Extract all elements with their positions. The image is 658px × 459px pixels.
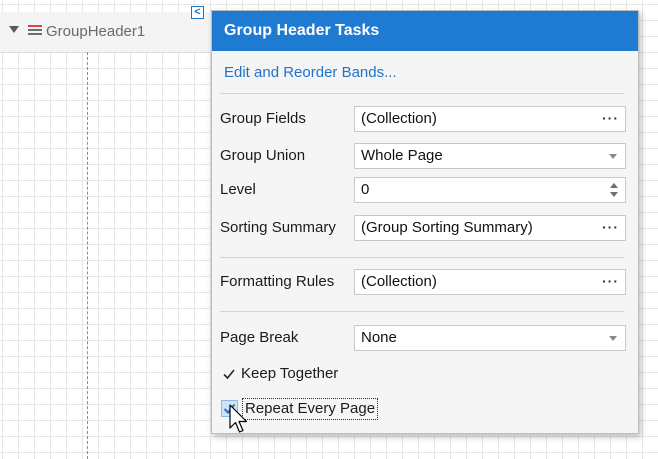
level-label: Level xyxy=(220,181,256,198)
panel-title: Group Header Tasks xyxy=(212,11,638,51)
page-break-dropdown[interactable]: None xyxy=(354,325,626,351)
repeat-every-page-label: Repeat Every Page xyxy=(242,398,379,420)
band-name-label: GroupHeader1 xyxy=(46,23,146,40)
group-fields-row: Group Fields (Collection) ··· xyxy=(220,106,626,132)
page-break-row: Page Break None xyxy=(220,325,626,351)
chevron-down-icon[interactable] xyxy=(609,336,617,341)
page-break-label: Page Break xyxy=(220,329,299,346)
edit-reorder-bands-link[interactable]: Edit and Reorder Bands... xyxy=(224,63,397,83)
group-union-label: Group Union xyxy=(220,147,306,164)
margin-line xyxy=(87,52,88,459)
divider xyxy=(220,93,624,94)
keep-together-label: Keep Together xyxy=(241,365,339,382)
formatting-rules-row: Formatting Rules (Collection) ··· xyxy=(220,269,626,295)
group-fields-field[interactable]: (Collection) ··· xyxy=(354,106,626,132)
spin-up-icon[interactable] xyxy=(610,183,618,188)
sorting-summary-field[interactable]: (Group Sorting Summary) ··· xyxy=(354,215,626,241)
level-spin-editor[interactable]: 0 xyxy=(354,177,626,203)
mouse-pointer-icon xyxy=(229,404,248,433)
sorting-summary-row: Sorting Summary (Group Sorting Summary) … xyxy=(220,215,626,241)
formatting-rules-ellipsis-button[interactable]: ··· xyxy=(602,270,619,292)
formatting-rules-field[interactable]: (Collection) ··· xyxy=(354,269,626,295)
level-row: Level 0 xyxy=(220,177,626,203)
chevron-down-icon[interactable] xyxy=(609,154,617,159)
group-header-tasks-panel: Group Header Tasks Edit and Reorder Band… xyxy=(211,10,639,434)
divider xyxy=(220,257,624,258)
group-union-value: Whole Page xyxy=(361,147,443,164)
group-header-band-icon xyxy=(28,25,42,38)
spin-down-icon[interactable] xyxy=(610,192,618,197)
group-union-row: Group Union Whole Page xyxy=(220,143,626,169)
sorting-summary-label: Sorting Summary xyxy=(220,219,336,236)
level-value: 0 xyxy=(361,181,370,198)
formatting-rules-label: Formatting Rules xyxy=(220,273,335,290)
smart-tag-collapse-icon[interactable]: < xyxy=(191,6,204,19)
group-fields-value: (Collection) xyxy=(361,110,437,127)
formatting-rules-value: (Collection) xyxy=(361,273,437,290)
checkmark-icon[interactable] xyxy=(222,367,236,381)
collapse-arrow-icon[interactable] xyxy=(9,26,19,33)
group-fields-label: Group Fields xyxy=(220,110,306,127)
group-union-dropdown[interactable]: Whole Page xyxy=(354,143,626,169)
page-break-value: None xyxy=(361,329,397,346)
group-fields-ellipsis-button[interactable]: ··· xyxy=(602,107,619,129)
sorting-summary-ellipsis-button[interactable]: ··· xyxy=(602,216,619,238)
divider xyxy=(220,311,624,312)
sorting-summary-value: (Group Sorting Summary) xyxy=(361,219,533,236)
